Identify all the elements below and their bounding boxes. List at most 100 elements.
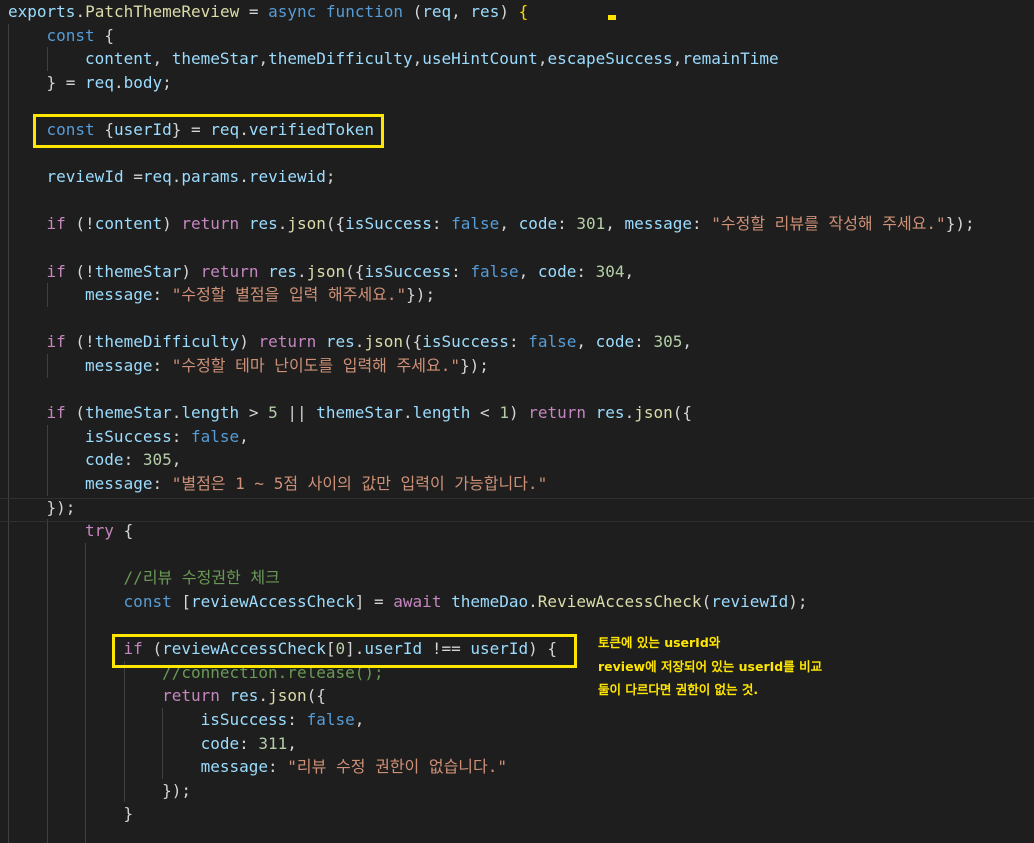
code-token: ) (508, 403, 529, 423)
code-line[interactable]: reviewId =req.params.reviewid; (47, 165, 336, 189)
code-token: return (181, 214, 240, 234)
code-token: 305 (653, 332, 683, 352)
code-token: isSuccess (422, 332, 509, 352)
code-token: ) (499, 2, 519, 21)
code-token: json (364, 332, 403, 352)
text-cursor-marker (608, 15, 616, 20)
indent-guide (46, 519, 48, 843)
code-token: , (354, 710, 365, 729)
code-token: async (268, 2, 317, 21)
code-token: exports (8, 2, 76, 21)
code-token: req (85, 72, 114, 92)
code-token: const (46, 25, 95, 45)
code-line[interactable]: if (themeStar.length > 5 || themeStar.le… (47, 401, 692, 425)
code-token: remainTime (682, 49, 779, 69)
code-line[interactable]: message: "리뷰 수정 권한이 없습니다." (201, 755, 507, 779)
code-token: res (248, 214, 278, 234)
code-line[interactable]: if (!themeStar) return res.json({isSucce… (47, 260, 635, 284)
code-line[interactable]: exports.PatchThemeReview = async functio… (8, 0, 528, 24)
code-token: function (325, 2, 403, 21)
code-token: , (258, 49, 269, 69)
code-line[interactable]: //리뷰 수정권한 체크 (124, 566, 280, 590)
code-token: < (470, 403, 500, 423)
indent-guide (8, 23, 9, 843)
code-token: , (499, 214, 519, 234)
code-line[interactable]: isSuccess: false, (201, 708, 365, 732)
code-line[interactable]: isSuccess: false, (85, 425, 249, 449)
highlight-box-user-id (33, 114, 384, 148)
code-token: . (75, 2, 86, 21)
code-line[interactable]: if (!content) return res.json({isSuccess… (47, 212, 975, 236)
code-token: ) (181, 261, 201, 281)
code-line[interactable]: } = req.body; (47, 71, 172, 95)
code-token: ); (788, 592, 808, 611)
code-line[interactable]: const { (47, 24, 114, 48)
highlight-box-access-check (112, 634, 577, 668)
code-token: > (239, 403, 269, 423)
code-token: themeStar (94, 261, 182, 281)
code-token: false (306, 710, 355, 729)
code-token: message (85, 356, 153, 375)
code-line[interactable]: }); (47, 496, 76, 520)
code-line[interactable]: return res.json({ (162, 684, 326, 708)
code-line[interactable]: const [reviewAccessCheck] = await themeD… (124, 590, 808, 614)
code-token: { (518, 2, 529, 21)
code-token: message (200, 757, 269, 777)
code-line[interactable]: message: "수정할 테마 난이도를 입력해 주세요."}); (85, 354, 489, 378)
code-token: . (297, 261, 307, 281)
code-token: isSuccess (345, 214, 432, 234)
code-token: code (537, 261, 577, 281)
code-line[interactable]: content, themeStar,themeDifficulty,useHi… (85, 47, 779, 71)
code-line[interactable]: } (124, 802, 134, 826)
code-editor[interactable]: exports.PatchThemeReview = async functio… (0, 0, 1034, 843)
code-line[interactable]: message: "별점은 1 ~ 5점 사이의 값만 입력이 가능합니다." (85, 472, 547, 496)
code-token: themeStar (171, 49, 259, 69)
code-token: "수정할 리뷰를 작성해 주세요." (711, 214, 946, 234)
code-token: ({ (672, 403, 692, 423)
code-token: res (229, 686, 259, 706)
code-token: 1 (499, 403, 509, 423)
code-token: try (85, 521, 114, 541)
code-token: ({ (306, 686, 326, 706)
code-token: reviewid (248, 167, 326, 187)
code-token: false (528, 332, 577, 352)
code-token: }); (46, 497, 76, 517)
code-token: 305 (142, 450, 172, 470)
code-line[interactable]: code: 305, (85, 448, 181, 472)
code-token: , (171, 450, 182, 470)
code-line[interactable]: try { (85, 519, 133, 543)
code-line[interactable]: message: "수정할 별점을 입력 해주세요."}); (85, 283, 435, 307)
code-token: , (537, 49, 548, 69)
indent-guide (85, 542, 87, 843)
code-token: themeDifficulty (268, 49, 413, 69)
code-token: json (268, 686, 307, 706)
code-token: code (85, 450, 124, 470)
code-token: themeStar (85, 403, 172, 423)
code-token: content (85, 49, 153, 69)
code-token: res (268, 261, 297, 281)
code-token: , (576, 332, 596, 352)
code-token: : (557, 214, 577, 234)
code-token: length (181, 403, 240, 423)
code-token: reviewAccessCheck (190, 592, 355, 611)
code-token: isSuccess (200, 710, 288, 729)
code-token: . (239, 167, 249, 187)
code-token: : (152, 474, 172, 493)
code-line[interactable]: code: 311, (201, 732, 297, 756)
code-token: ( (701, 592, 712, 611)
code-token: ) (162, 214, 182, 234)
code-token: ({ (345, 261, 365, 281)
indent-guide (46, 283, 48, 307)
code-token: themeDao (451, 592, 529, 611)
code-token: json (634, 403, 673, 423)
code-token: : (152, 356, 172, 375)
code-token: : (508, 332, 529, 352)
code-token: res (470, 2, 500, 21)
code-token: return (528, 403, 587, 423)
code-token: }); (162, 780, 191, 800)
code-token: json (287, 214, 326, 234)
code-line[interactable]: if (!themeDifficulty) return res.json({i… (47, 330, 692, 354)
code-token: themeStar (316, 403, 403, 423)
code-line[interactable]: }); (162, 779, 191, 803)
